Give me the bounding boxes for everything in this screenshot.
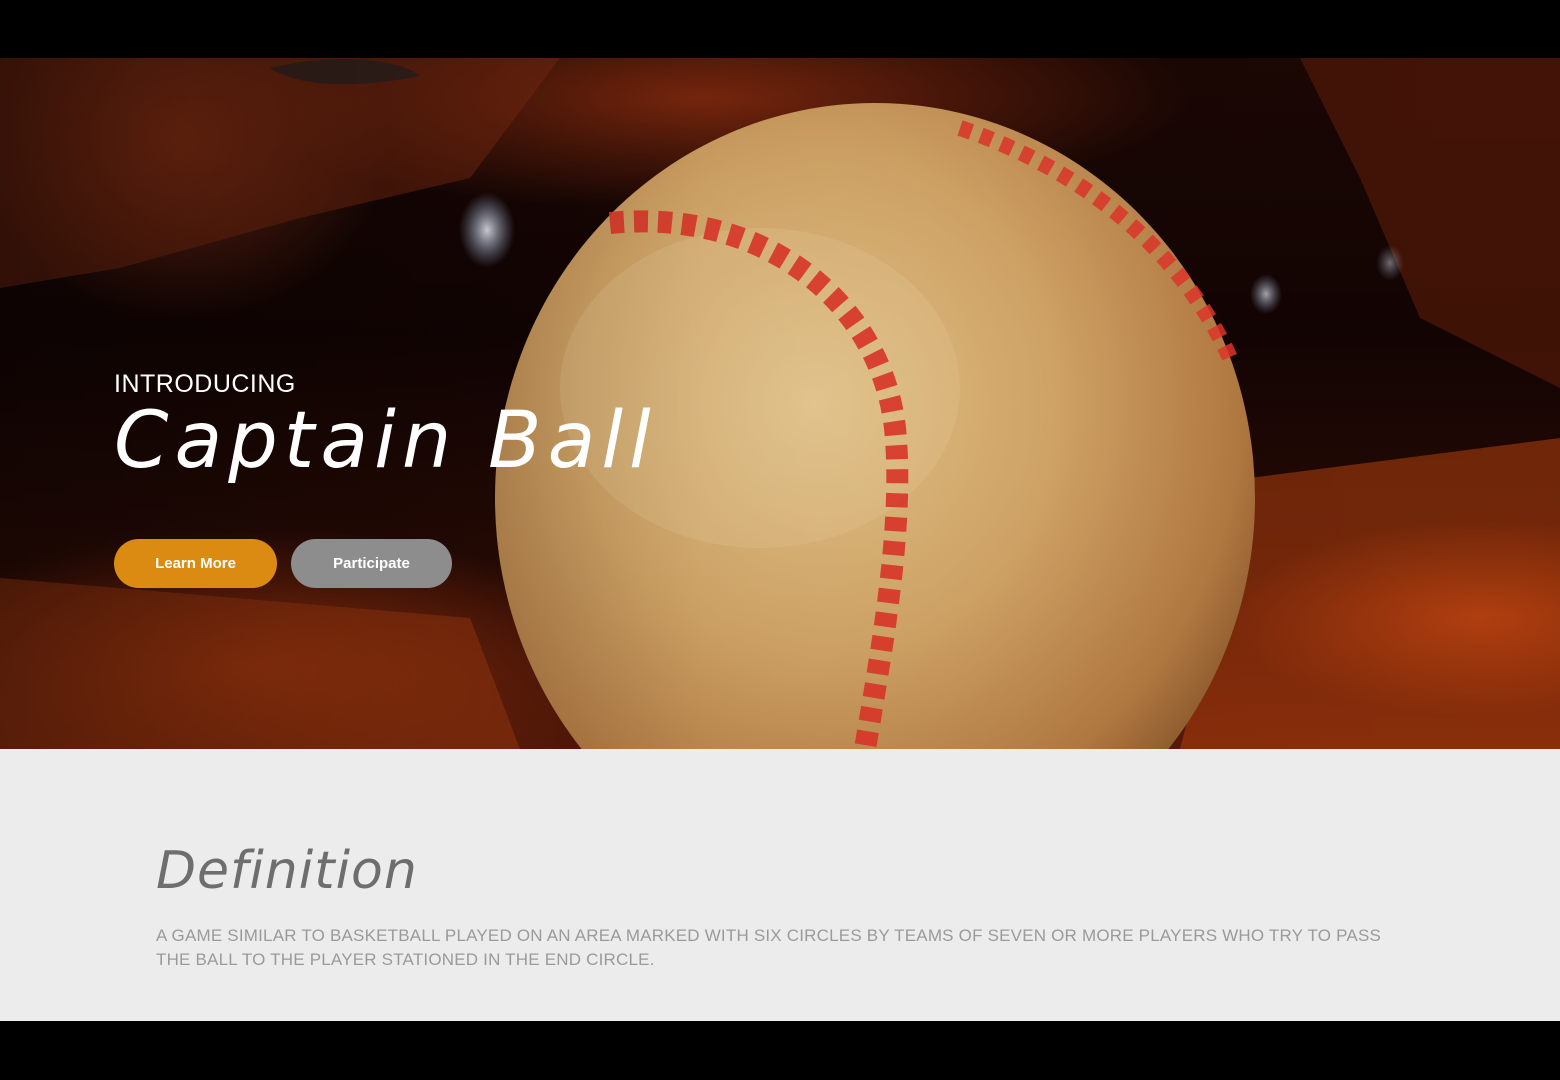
hero-banner: INTRODUCING Captain Ball <box>0 58 1560 749</box>
learn-more-button[interactable]: Learn More <box>114 539 277 588</box>
participate-button[interactable]: Participate <box>291 539 452 588</box>
bottom-bar <box>0 1021 1560 1080</box>
definition-section: Definition A GAME SIMILAR TO BASKETBALL … <box>0 749 1560 1021</box>
hero-content: INTRODUCING Captain Ball <box>114 370 657 485</box>
hero-eyebrow: INTRODUCING <box>114 370 296 398</box>
definition-heading: Definition <box>156 841 418 901</box>
hero-title: Captain Ball <box>114 396 657 486</box>
hero-buttons: Learn More Participate <box>114 539 452 588</box>
definition-text: A GAME SIMILAR TO BASKETBALL PLAYED ON A… <box>156 926 1382 969</box>
top-bar <box>0 0 1560 58</box>
